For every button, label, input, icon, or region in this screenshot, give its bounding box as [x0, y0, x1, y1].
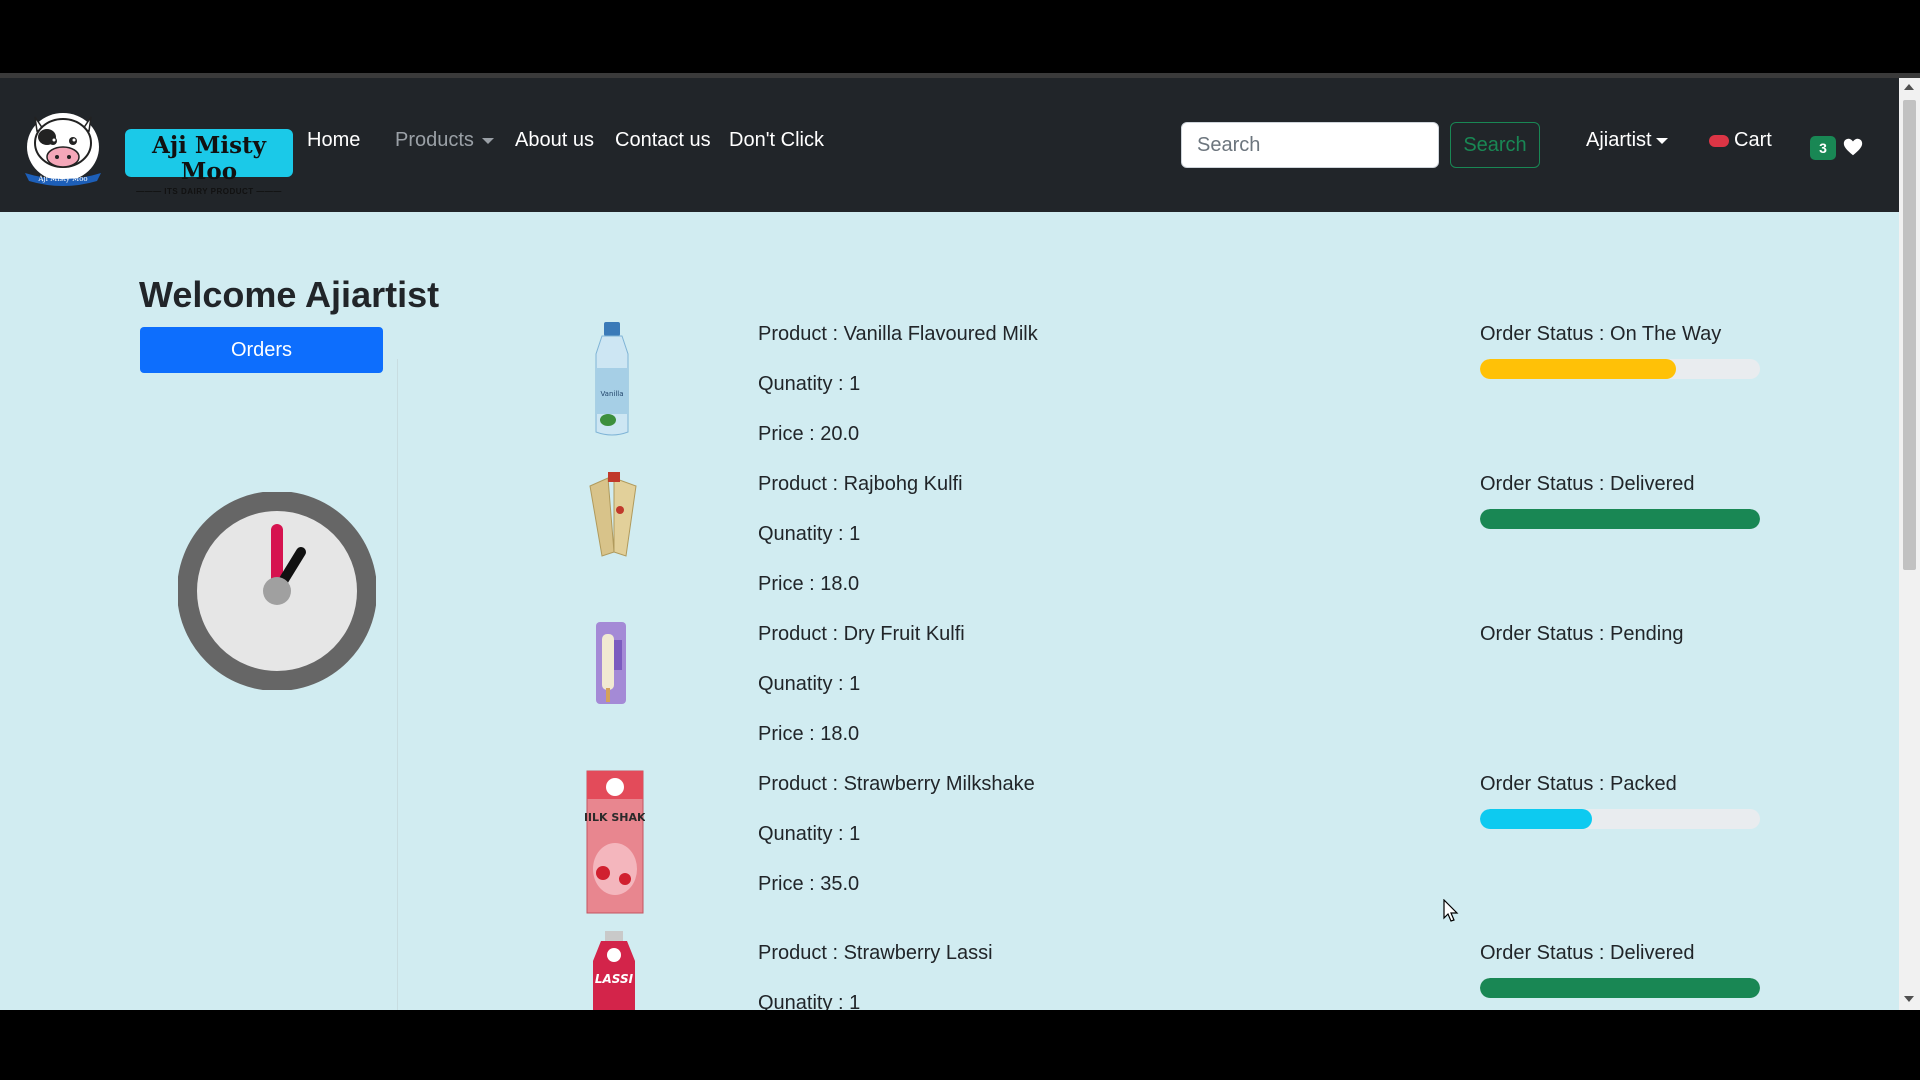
- strawberry-lassi-image: LASSI: [593, 931, 635, 1010]
- search-button[interactable]: Search: [1450, 122, 1540, 168]
- chevron-down-icon: [1655, 137, 1668, 144]
- brand-name: Aji Misty Moo: [151, 132, 267, 185]
- scroll-thumb[interactable]: [1903, 100, 1916, 570]
- brand-badge[interactable]: Aji Misty Moo ——— ITS DAIRY PRODUCT ———: [125, 129, 293, 196]
- nav-home[interactable]: Home: [307, 128, 360, 152]
- order-progress-fill: [1480, 359, 1676, 379]
- svg-text:LASSI: LASSI: [595, 972, 634, 986]
- order-progress-bar: [1480, 809, 1760, 829]
- user-dropdown[interactable]: Ajiartist: [1586, 128, 1668, 152]
- order-progress-bar: [1480, 359, 1760, 379]
- heart-icon[interactable]: [1842, 136, 1864, 158]
- order-quantity: Qunatity : 1: [758, 373, 861, 395]
- mouse-cursor-icon: [1443, 899, 1459, 922]
- order-product: Product : Strawberry Milkshake: [758, 773, 1035, 795]
- order-quantity: Qunatity : 1: [758, 673, 861, 695]
- svg-text:MILK SHAKE: MILK SHAKE: [585, 811, 645, 824]
- order-row: Vanilla Product : Vanilla Flavoured Milk…: [0, 322, 1899, 472]
- order-product: Product : Strawberry Lassi: [758, 942, 993, 964]
- welcome-heading: Welcome Ajiartist: [139, 274, 440, 315]
- strawberry-milkshake-image: MILK SHAKE: [585, 770, 645, 914]
- order-row: MILK SHAKE Product : Strawberry Milkshak…: [0, 770, 1899, 922]
- search-input[interactable]: [1181, 122, 1439, 168]
- scroll-up-icon[interactable]: [1904, 84, 1914, 90]
- nav-contact[interactable]: Contact us: [615, 128, 711, 152]
- order-quantity: Qunatity : 1: [758, 523, 861, 545]
- order-progress-fill: [1480, 809, 1592, 829]
- dry-fruit-kulfi-image: [596, 622, 626, 704]
- order-row: Product : Dry Fruit Kulfi Qunatity : 1 P…: [0, 622, 1899, 772]
- order-progress-fill: [1480, 509, 1760, 529]
- nav-about[interactable]: About us: [515, 128, 594, 152]
- order-price: Price : 18.0: [758, 723, 860, 745]
- order-product: Product : Rajbohg Kulfi: [758, 473, 963, 495]
- order-row: LASSI Product : Strawberry Lassi Qunatit…: [0, 931, 1899, 1010]
- order-price: Price : 20.0: [758, 423, 860, 445]
- order-progress-fill: [1480, 978, 1760, 998]
- cart-link[interactable]: Cart: [1709, 128, 1772, 152]
- order-quantity: Qunatity : 1: [758, 992, 861, 1010]
- browser-viewport: Aji Misty Moo Aji Misty Moo ——— ITS DAIR…: [0, 73, 1920, 1010]
- vertical-scrollbar[interactable]: [1899, 78, 1920, 1010]
- order-row: Product : Rajbohg Kulfi Qunatity : 1 Pri…: [0, 472, 1899, 622]
- vanilla-milk-image: Vanilla: [595, 322, 629, 436]
- wishlist-count-badge: 3: [1810, 136, 1836, 160]
- order-status: Order Status : Packed: [1480, 773, 1677, 795]
- svg-text:Vanilla: Vanilla: [600, 390, 623, 398]
- cart-icon: [1709, 134, 1729, 147]
- order-progress-bar: [1480, 978, 1760, 998]
- cart-label: Cart: [1734, 129, 1772, 151]
- nav-products-dropdown[interactable]: Products: [395, 128, 494, 152]
- nav-products-label: Products: [395, 129, 474, 151]
- order-status: Order Status : Pending: [1480, 623, 1684, 645]
- order-product: Product : Dry Fruit Kulfi: [758, 623, 965, 645]
- cow-logo-icon[interactable]: Aji Misty Moo: [17, 103, 109, 189]
- user-name: Ajiartist: [1586, 129, 1652, 151]
- rajbhog-kulfi-image: [589, 472, 637, 557]
- main-content: Welcome Ajiartist Orders Vanilla Product…: [0, 212, 1899, 1010]
- order-progress-bar: [1480, 509, 1760, 529]
- nav-dont-click[interactable]: Don't Click: [729, 128, 824, 152]
- order-status: Order Status : On The Way: [1480, 323, 1722, 345]
- chevron-down-icon: [481, 137, 494, 144]
- order-quantity: Qunatity : 1: [758, 823, 861, 845]
- order-price: Price : 35.0: [758, 873, 860, 895]
- navbar: Aji Misty Moo Aji Misty Moo ——— ITS DAIR…: [0, 78, 1899, 212]
- order-product: Product : Vanilla Flavoured Milk: [758, 323, 1038, 345]
- scroll-down-icon[interactable]: [1904, 996, 1914, 1002]
- order-price: Price : 18.0: [758, 573, 860, 595]
- brand-tagline: ——— ITS DAIRY PRODUCT ———: [136, 187, 282, 196]
- order-status: Order Status : Delivered: [1480, 473, 1695, 495]
- order-status: Order Status : Delivered: [1480, 942, 1695, 964]
- logo-ribbon-text: Aji Misty Moo: [37, 175, 87, 183]
